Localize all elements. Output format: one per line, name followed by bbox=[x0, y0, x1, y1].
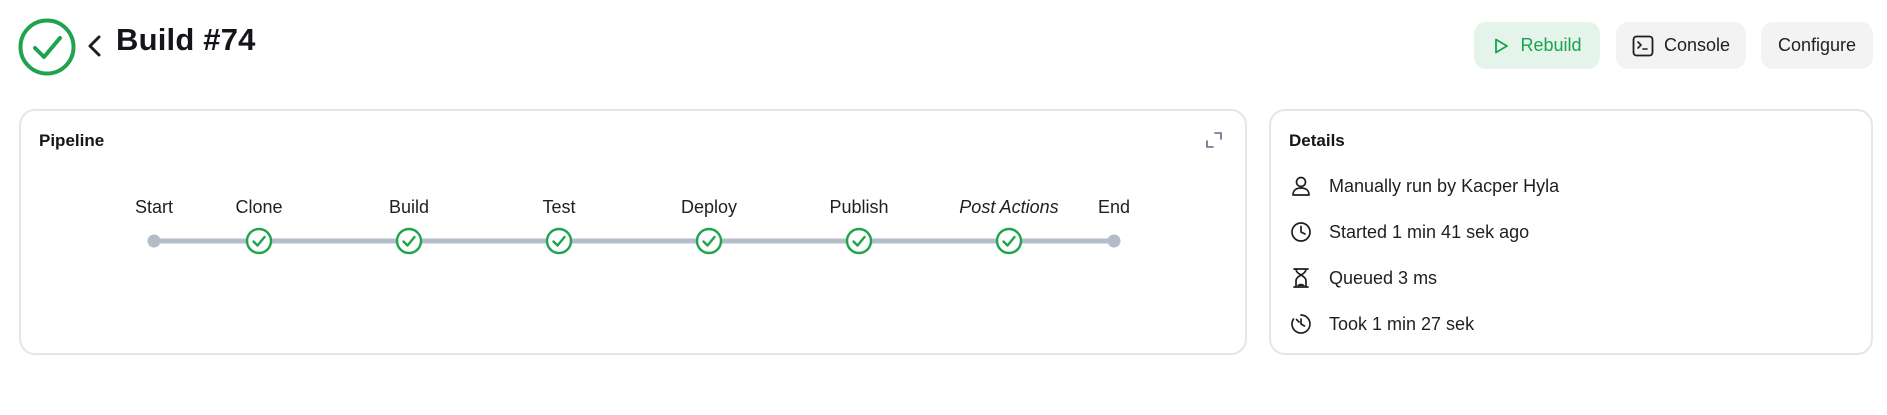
stage-label-clone: Clone bbox=[235, 197, 283, 217]
pipeline-start-label: Start bbox=[134, 197, 174, 217]
stage-label-post-actions: Post Actions bbox=[959, 197, 1059, 217]
detail-row-started: Started 1 min 41 sek ago bbox=[1289, 217, 1529, 247]
user-icon bbox=[1289, 174, 1313, 198]
details-title: Details bbox=[1289, 131, 1345, 150]
terminal-icon bbox=[1632, 35, 1654, 56]
stage-label-test: Test bbox=[542, 197, 576, 217]
configure-label: Configure bbox=[1777, 35, 1857, 55]
stage-label-deploy: Deploy bbox=[680, 197, 738, 217]
chevron-left-icon[interactable] bbox=[84, 31, 106, 61]
console-button[interactable]: Console bbox=[1616, 22, 1746, 69]
check-circle-icon bbox=[18, 18, 76, 76]
detail-row-took: Took 1 min 27 sek bbox=[1289, 309, 1474, 339]
pipeline-start-node bbox=[147, 234, 161, 248]
pipeline-end-node bbox=[1107, 234, 1121, 248]
stage-label-publish: Publish bbox=[829, 197, 889, 217]
detail-text: Took 1 min 27 sek bbox=[1329, 313, 1475, 334]
stage-node-test[interactable] bbox=[545, 227, 573, 255]
detail-text: Queued 3 ms bbox=[1329, 267, 1438, 288]
stage-node-clone[interactable] bbox=[245, 227, 273, 255]
hourglass-icon bbox=[1289, 266, 1313, 290]
detail-row-run-by: Manually run by Kacper Hyla bbox=[1289, 171, 1559, 201]
rebuild-label: Rebuild bbox=[1520, 35, 1582, 55]
pipeline-graph bbox=[151, 238, 1117, 244]
pipeline-end-label: End bbox=[1097, 197, 1131, 217]
play-icon bbox=[1495, 38, 1509, 53]
page-title: Build #74 bbox=[116, 22, 256, 57]
stage-node-publish[interactable] bbox=[845, 227, 873, 255]
pipeline-card: Pipeline Start End Clone Build Test Depl… bbox=[19, 109, 1247, 355]
detail-text: Started 1 min 41 sek ago bbox=[1329, 221, 1530, 242]
rebuild-button[interactable]: Rebuild bbox=[1474, 22, 1600, 69]
console-label: Console bbox=[1663, 35, 1731, 55]
stage-node-deploy[interactable] bbox=[695, 227, 723, 255]
stage-label-build: Build bbox=[388, 197, 430, 217]
page-header: Build #74 Rebuild Console Configure bbox=[0, 0, 1887, 92]
configure-button[interactable]: Configure bbox=[1761, 22, 1873, 69]
timer-icon bbox=[1289, 312, 1313, 336]
detail-text: Manually run by Kacper Hyla bbox=[1329, 175, 1560, 196]
stage-node-post-actions[interactable] bbox=[995, 227, 1023, 255]
clock-icon bbox=[1289, 220, 1313, 244]
detail-row-queued: Queued 3 ms bbox=[1289, 263, 1437, 293]
details-card: Details Manually run by Kacper Hyla Star… bbox=[1269, 109, 1873, 355]
stage-node-build[interactable] bbox=[395, 227, 423, 255]
